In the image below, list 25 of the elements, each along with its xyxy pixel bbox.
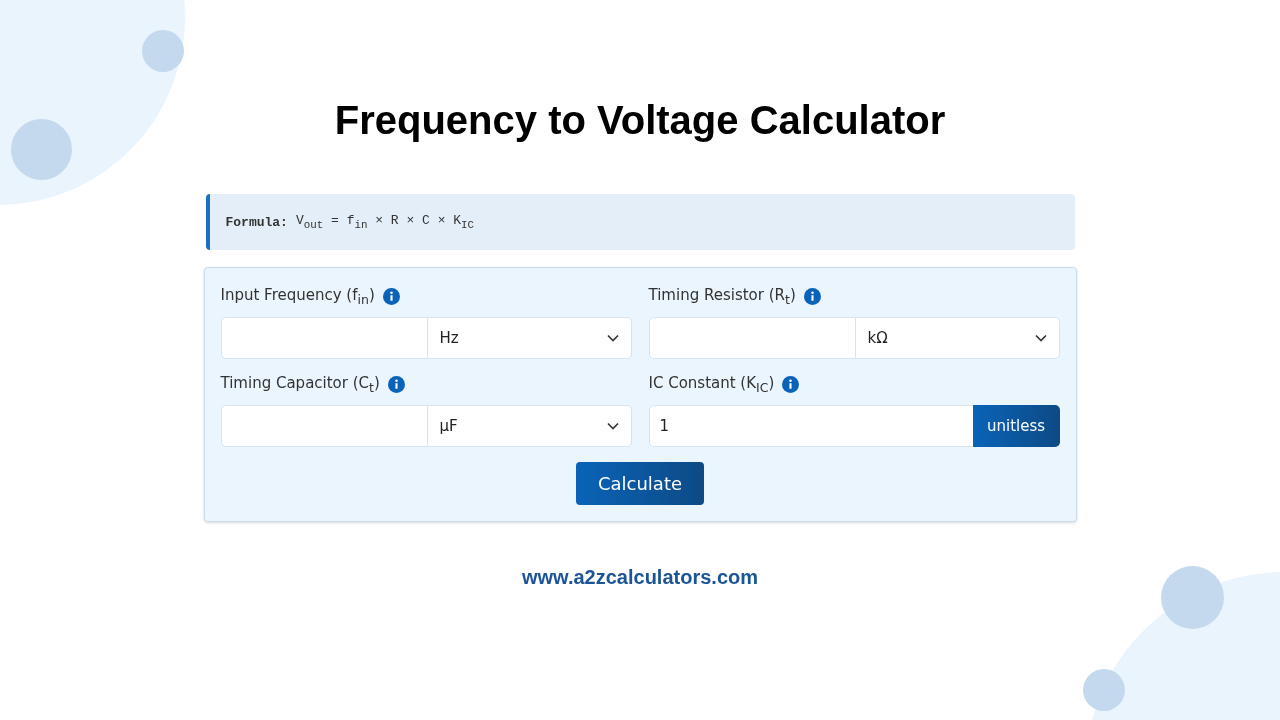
field-label: Timing Resistor (R$_{t}$) [648,285,796,307]
input-field[interactable] [648,317,855,359]
info-icon[interactable] [382,287,400,305]
chevron-down-icon [606,422,619,430]
page-title: Frequency to Voltage Calculator [334,97,946,144]
unit-label: unitless [972,405,1060,447]
info-icon[interactable] [387,375,405,393]
input-field[interactable]: 1 [648,405,973,447]
input-field[interactable] [220,405,427,447]
field-label: Timing Capacitor (C$_{t}$) [220,373,380,395]
website-link[interactable]: www.a2zcalculators.com [522,566,758,589]
formula-label: Formula: [225,214,288,230]
field-label: Input Frequency (f$_{in}$) [220,285,375,307]
chevron-down-icon [1034,334,1047,342]
formula-expression: V$_{out}$ = f$_{in}$ × R × C × K$_{IC}$ [295,213,475,231]
info-icon[interactable] [782,375,800,393]
decorative-circle [1083,669,1125,711]
field-label: IC Constant (K$_{IC}$) [648,373,775,395]
unit-dropdown[interactable]: µF [426,405,632,447]
info-icon[interactable] [803,287,821,305]
calculate-button[interactable]: Calculate [575,462,705,505]
chevron-down-icon [606,334,619,342]
unit-dropdown[interactable]: Hz [426,317,632,359]
input-field[interactable] [220,317,427,359]
unit-dropdown[interactable]: kΩ [854,317,1060,359]
